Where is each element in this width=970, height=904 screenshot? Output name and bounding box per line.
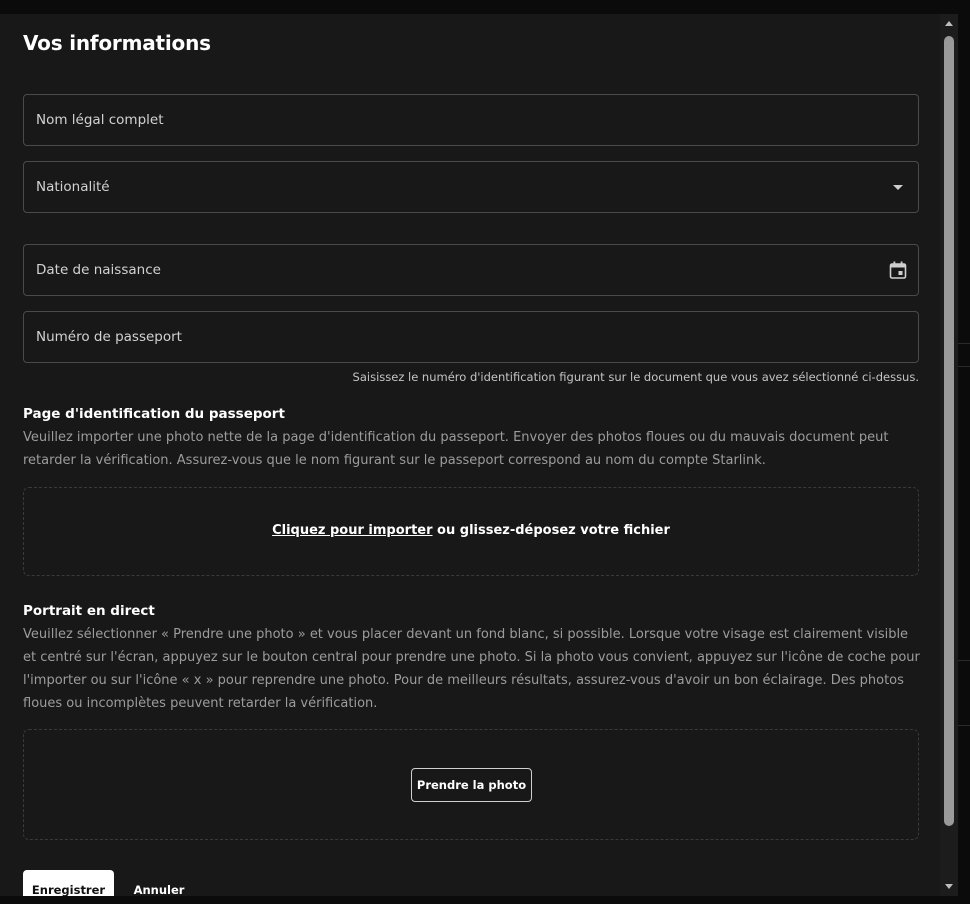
passport-number-helper: Saisissez le numéro d'identification fig… [352, 370, 919, 384]
passport-number-input[interactable] [24, 312, 918, 362]
birthdate-input[interactable] [24, 245, 918, 295]
nationality-input[interactable] [24, 162, 918, 212]
background-divider [958, 660, 970, 661]
passport-number-field[interactable] [23, 311, 919, 363]
caret-down-icon[interactable] [888, 177, 908, 197]
nationality-select[interactable] [23, 161, 919, 213]
personal-info-modal: Vos informations Saisissez le numéro d'i… [0, 14, 940, 896]
calendar-icon[interactable] [888, 260, 908, 280]
background-divider [958, 343, 970, 344]
cancel-button[interactable]: Annuler [126, 870, 192, 896]
upload-drag-text: ou glissez-déposez votre fichier [432, 523, 670, 538]
passport-upload-dropzone[interactable]: Cliquez pour importer ou glissez-déposez… [23, 487, 919, 576]
modal-title: Vos informations [23, 31, 211, 55]
passport-page-title: Page d'identification du passeport [23, 406, 285, 422]
scroll-up-icon[interactable] [940, 14, 958, 32]
save-button[interactable]: Enregistrer [23, 870, 114, 896]
legal-name-field[interactable] [23, 94, 919, 146]
birthdate-field[interactable] [23, 244, 919, 296]
portrait-description: Veuillez sélectionner « Prendre une phot… [23, 627, 920, 711]
upload-instruction: Cliquez pour importer ou glissez-déposez… [24, 523, 918, 538]
portrait-title: Portrait en direct [23, 603, 155, 619]
scroll-down-icon[interactable] [940, 878, 958, 896]
background-divider [958, 725, 970, 726]
scrollbar-thumb[interactable] [944, 36, 954, 826]
legal-name-input[interactable] [24, 95, 918, 145]
upload-link[interactable]: Cliquez pour importer [272, 523, 432, 538]
portrait-capture-zone: Prendre la photo [23, 729, 919, 840]
scrollbar[interactable] [940, 14, 958, 896]
take-photo-button[interactable]: Prendre la photo [411, 768, 532, 802]
passport-page-description: Veuillez importer une photo nette de la … [23, 430, 889, 468]
background-divider [958, 366, 970, 367]
